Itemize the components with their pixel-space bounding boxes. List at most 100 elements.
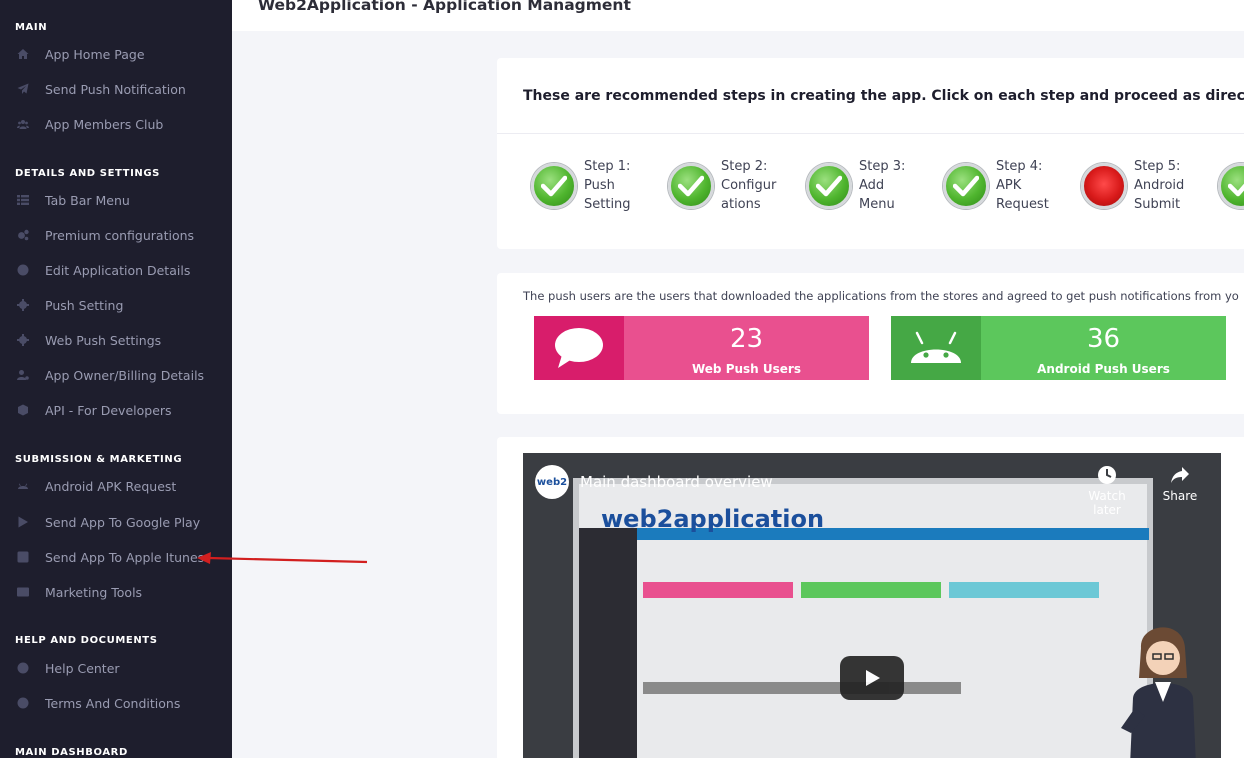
sidebar-item-label: Web Push Settings — [45, 332, 162, 348]
thumbnail-bar — [643, 682, 961, 694]
sidebar-item-label: Send App To Google Play — [45, 514, 201, 530]
sidebar-item-label: Premium configurations — [45, 227, 195, 243]
pending-dot-icon — [1081, 163, 1127, 209]
thumbnail-sidebar — [579, 528, 637, 758]
sidebar-item-label: Edit Application Details — [45, 262, 191, 278]
sidebar-item-label: Terms And Conditions — [45, 695, 181, 711]
list-icon — [16, 193, 30, 207]
sidebar-item-label: Android APK Request — [45, 478, 177, 494]
channel-logo[interactable]: web2 — [535, 465, 569, 499]
sidebar-item-label: API - For Developers — [45, 402, 172, 418]
annotation-arrow — [197, 552, 368, 564]
sidebar-section-title-details: DETAILS AND SETTINGS — [15, 168, 160, 179]
sidebar-item-push-setting[interactable]: Push Setting — [0, 290, 232, 320]
sidebar-section-title-help: HELP AND DOCUMENTS — [15, 635, 158, 646]
sidebar-item-label: App Members Club — [45, 116, 164, 132]
clock-icon — [1098, 466, 1116, 484]
page-title: Web2Application - Application Managment — [258, 0, 631, 14]
sidebar-item-label: Help Center — [45, 660, 120, 676]
sidebar-item-app-owner-billing[interactable]: App Owner/Billing Details — [0, 360, 232, 390]
cube-icon — [16, 403, 30, 417]
sidebar-item-app-home-page[interactable]: App Home Page — [0, 39, 232, 69]
sidebar-section-title-main: MAIN — [15, 22, 48, 33]
sidebar: MAIN App Home Page Send Push Notificatio… — [0, 0, 232, 758]
check-icon — [943, 163, 989, 209]
step-label: Step 2: Configurations — [721, 159, 777, 212]
sidebar-item-api-for-developers[interactable]: API - For Developers — [0, 395, 232, 425]
push-users-description: The push users are the users that downlo… — [523, 289, 1239, 303]
sidebar-section-title-dashboard: MAIN DASHBOARD — [15, 747, 128, 758]
sidebar-item-tab-bar-menu[interactable]: Tab Bar Menu — [0, 185, 232, 215]
sidebar-item-label: App Home Page — [45, 46, 145, 62]
user-cog-icon — [16, 368, 30, 382]
android-icon — [16, 479, 30, 493]
sidebar-item-android-apk-request[interactable]: Android APK Request — [0, 471, 232, 501]
presenter-illustration — [1121, 627, 1196, 758]
step-3[interactable]: Step 3: Add Menu — [806, 157, 946, 217]
info-icon — [16, 263, 30, 277]
top-header: Web2Application - Application Managment — [232, 0, 1244, 31]
thumbnail-bar — [643, 582, 793, 598]
sidebar-item-edit-application-details[interactable]: Edit Application Details — [0, 255, 232, 285]
share-icon — [1171, 467, 1189, 483]
chat-bubble-icon — [534, 316, 624, 380]
gear-icon — [16, 333, 30, 347]
check-icon — [668, 163, 714, 209]
paper-plane-icon — [16, 82, 30, 96]
check-icon — [806, 163, 852, 209]
ad-icon — [16, 585, 30, 599]
sidebar-item-premium-configurations[interactable]: Premium configurations — [0, 220, 232, 250]
step-6[interactable] — [1218, 157, 1244, 217]
thumbnail-bar — [801, 582, 941, 598]
app-store-icon — [16, 550, 30, 564]
check-icon — [1218, 163, 1244, 209]
web-push-users-count: 23 — [729, 324, 764, 354]
home-icon — [16, 47, 30, 61]
sidebar-item-send-app-google-play[interactable]: Send App To Google Play — [0, 507, 232, 537]
sidebar-section-title-submission: SUBMISSION & MARKETING — [15, 454, 183, 465]
play-button[interactable] — [840, 656, 904, 700]
watch-later-label: Watch later — [1088, 489, 1126, 517]
sidebar-item-label: Tab Bar Menu — [45, 192, 130, 208]
step-1[interactable]: Step 1: Push Setting — [531, 157, 671, 217]
web-push-users-label: Web Push Users — [691, 362, 801, 376]
watch-later-button[interactable]: Watch later — [1077, 465, 1137, 517]
sidebar-item-label: Push Setting — [45, 297, 124, 313]
play-icon — [866, 670, 880, 686]
sidebar-item-label: Marketing Tools — [45, 584, 143, 600]
sidebar-item-help-center[interactable]: Help Center — [0, 653, 232, 683]
share-label: Share — [1162, 489, 1198, 503]
sidebar-item-web-push-settings[interactable]: Web Push Settings — [0, 325, 232, 355]
users-icon — [16, 117, 30, 131]
video-card: web2application web2 Main dashboard over… — [497, 437, 1244, 758]
sidebar-item-app-members-club[interactable]: App Members Club — [0, 109, 232, 139]
question-icon — [16, 661, 30, 675]
sidebar-item-marketing-tools[interactable]: Marketing Tools — [0, 577, 232, 607]
push-users-card: The push users are the users that downlo… — [497, 273, 1244, 414]
sidebar-item-label: Send App To Apple Itunes — [45, 549, 205, 565]
share-button[interactable]: Share — [1150, 465, 1210, 503]
android-push-users-count: 36 — [1086, 324, 1121, 354]
video-player[interactable]: web2application web2 Main dashboard over… — [523, 453, 1221, 758]
brand-text: web2application — [601, 505, 825, 533]
cogs-icon — [16, 228, 30, 242]
step-label: Step 3: Add Menu — [859, 159, 906, 212]
gear-icon — [16, 298, 30, 312]
step-label: Step 4: APK Request — [996, 159, 1049, 212]
steps-heading: These are recommended steps in creating … — [523, 88, 1244, 104]
web-push-users-stat[interactable]: 23 Web Push Users — [534, 316, 869, 380]
android-push-users-label: Android Push Users — [1037, 362, 1170, 376]
step-2[interactable]: Step 2: Configurations — [668, 157, 808, 217]
sidebar-item-terms-and-conditions[interactable]: Terms And Conditions — [0, 688, 232, 718]
steps-card: These are recommended steps in creating … — [497, 58, 1244, 249]
sidebar-item-label: App Owner/Billing Details — [45, 367, 205, 383]
sidebar-item-send-push-notification[interactable]: Send Push Notification — [0, 74, 232, 104]
step-4[interactable]: Step 4: APK Request — [943, 157, 1083, 217]
video-title[interactable]: Main dashboard overview — [580, 473, 773, 491]
sidebar-item-label: Send Push Notification — [45, 81, 186, 97]
google-play-icon — [16, 515, 30, 529]
step-5[interactable]: Step 5: Android Submit — [1081, 157, 1221, 217]
divider — [497, 133, 1244, 134]
check-icon — [531, 163, 577, 209]
android-push-users-stat[interactable]: 36 Android Push Users — [891, 316, 1226, 380]
